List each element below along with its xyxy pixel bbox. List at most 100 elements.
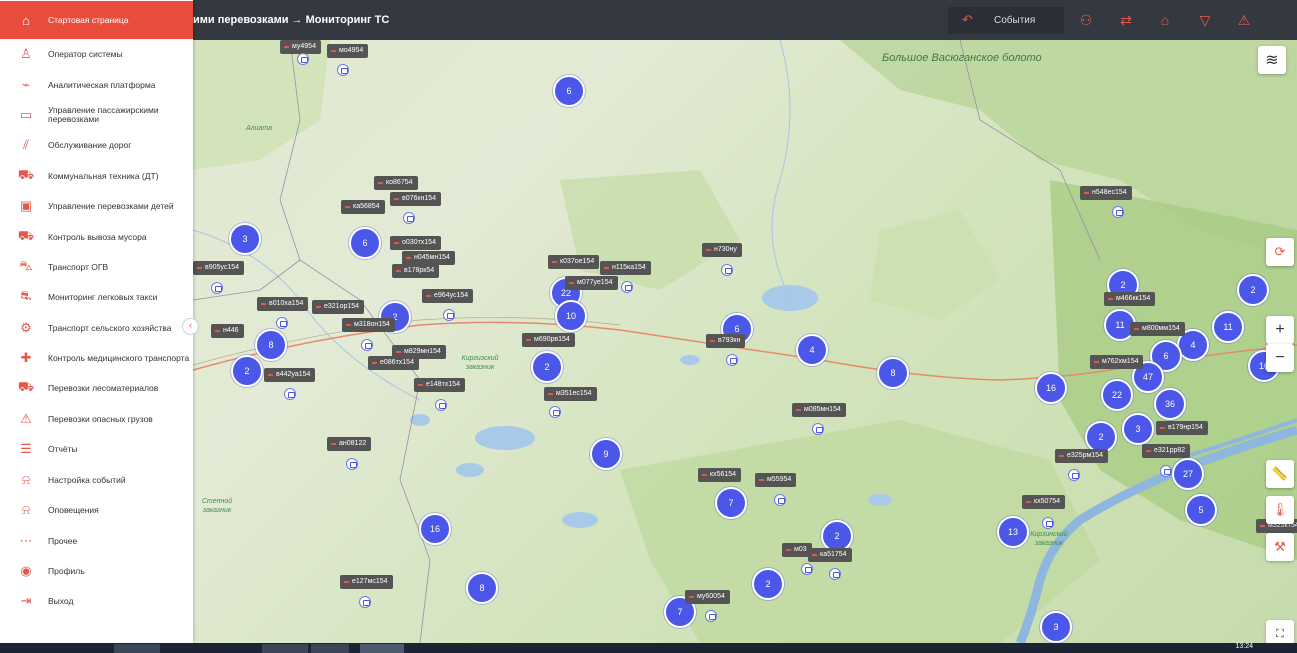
- sidebar-item-municipal-vehicles[interactable]: ⛟ Коммунальная техника (ДТ): [0, 161, 193, 191]
- vehicle-label[interactable]: н045мн154: [402, 251, 455, 265]
- map-cluster[interactable]: 16: [1035, 372, 1067, 404]
- map-cluster[interactable]: 6: [349, 227, 381, 259]
- people-icon[interactable]: ⚇: [1077, 11, 1095, 29]
- bus-marker-icon[interactable]: [403, 212, 415, 224]
- bus-marker-icon[interactable]: [359, 596, 371, 608]
- bus-marker-icon[interactable]: [721, 264, 733, 276]
- map-cluster[interactable]: 6: [553, 75, 585, 107]
- sidebar-item-dangerous-goods[interactable]: ⚠ Перевозки опасных грузов: [0, 404, 193, 434]
- sidebar-item-notifications[interactable]: ⍾ Оповещения: [0, 495, 193, 525]
- taskbar-button[interactable]: [311, 644, 349, 653]
- sidebar-item-government-transport[interactable]: ⛍ Транспорт ОГВ: [0, 252, 193, 282]
- vehicle-label[interactable]: ка56854: [341, 200, 385, 214]
- taskbar-button[interactable]: [262, 644, 308, 653]
- sidebar-item-exit[interactable]: ⇥ Выход: [0, 586, 193, 616]
- vehicle-label[interactable]: мо4954: [327, 44, 369, 58]
- map-cluster[interactable]: 8: [255, 329, 287, 361]
- sidebar-item-road-maintenance[interactable]: ⫽ Обслуживание дорог: [0, 130, 193, 160]
- map-cluster[interactable]: 11: [1212, 311, 1244, 343]
- bus-marker-icon[interactable]: [211, 282, 223, 294]
- bus-marker-icon[interactable]: [1068, 469, 1080, 481]
- warning-icon[interactable]: ⚠: [1235, 11, 1253, 29]
- route-icon[interactable]: ⟳: [1266, 238, 1294, 266]
- map-cluster[interactable]: 2: [231, 355, 263, 387]
- map-cluster[interactable]: 13: [997, 516, 1029, 548]
- map-cluster[interactable]: 2: [752, 568, 784, 600]
- vehicle-label[interactable]: к037ое154: [548, 255, 600, 269]
- vehicle-label[interactable]: м466кк154: [1104, 292, 1156, 306]
- vehicle-label[interactable]: м077уе154: [565, 276, 618, 290]
- bus-marker-icon[interactable]: [621, 281, 633, 293]
- vehicle-label[interactable]: в793кн: [706, 334, 746, 348]
- sidebar-item-agriculture[interactable]: ⚙ Транспорт сельского хозяйства: [0, 313, 193, 343]
- sidebar-item-garbage-collection[interactable]: ⛟ Контроль вывоза мусора: [0, 222, 193, 252]
- vehicle-label[interactable]: е325рм154: [1055, 449, 1108, 463]
- sidebar-collapse-button[interactable]: ‹: [182, 318, 199, 335]
- sidebar-item-other[interactable]: ⋯ Прочее: [0, 526, 193, 556]
- sidebar-item-timber[interactable]: ⛟ Перевозки лесоматериалов: [0, 373, 193, 403]
- zoom-in-icon[interactable]: +: [1266, 316, 1294, 344]
- vehicle-label[interactable]: в010ха154: [257, 297, 309, 311]
- bus-marker-icon[interactable]: [346, 458, 358, 470]
- sidebar-item-analytics[interactable]: ⌁ Аналитическая платформа: [0, 70, 193, 100]
- vehicle-label[interactable]: е127мс154: [340, 575, 393, 589]
- bus-marker-icon[interactable]: [801, 563, 813, 575]
- map-cluster[interactable]: 10: [555, 300, 587, 332]
- vehicle-label[interactable]: в905ус154: [193, 261, 244, 275]
- map-cluster[interactable]: 8: [877, 357, 909, 389]
- vehicle-label[interactable]: м800мм154: [1130, 322, 1185, 336]
- bus-marker-icon[interactable]: [1160, 465, 1172, 477]
- bus-marker-icon[interactable]: [549, 406, 561, 418]
- bus-marker-icon[interactable]: [443, 309, 455, 321]
- vehicle-label[interactable]: м690рв154: [522, 333, 575, 347]
- vehicle-label[interactable]: о030тх154: [390, 236, 441, 250]
- vehicle-label[interactable]: м762хм154: [1090, 355, 1144, 369]
- sidebar-item-event-settings[interactable]: ⍾ Настройка событий: [0, 465, 193, 495]
- bus-marker-icon[interactable]: [361, 339, 373, 351]
- map-cluster[interactable]: 2: [1237, 274, 1269, 306]
- vehicle-label[interactable]: м085мн154: [792, 403, 846, 417]
- map-cluster[interactable]: 3: [1122, 413, 1154, 445]
- map-cluster[interactable]: 22: [1101, 379, 1133, 411]
- filter-icon[interactable]: ▽: [1196, 11, 1214, 29]
- bus-marker-icon[interactable]: [284, 388, 296, 400]
- vehicle-label[interactable]: е321ор154: [312, 300, 365, 314]
- zoom-out-icon[interactable]: −: [1266, 344, 1294, 372]
- vehicle-label[interactable]: м318он154: [342, 318, 395, 332]
- vehicle-label[interactable]: в178рк54: [392, 264, 440, 278]
- bus-marker-icon[interactable]: [1112, 206, 1124, 218]
- vehicle-label[interactable]: е148тх154: [414, 378, 465, 392]
- map-cluster[interactable]: 8: [466, 572, 498, 604]
- sidebar-item-operator[interactable]: ♙ Оператор системы: [0, 39, 193, 69]
- sidebar-item-taxi[interactable]: ⛐ Мониторинг легковых такси: [0, 282, 193, 312]
- routes-icon[interactable]: ⇄: [1117, 11, 1135, 29]
- vehicle-label[interactable]: в442уа154: [264, 368, 316, 382]
- bus-marker-icon[interactable]: [337, 64, 349, 76]
- thermometer-icon[interactable]: 🌡: [1266, 496, 1294, 524]
- vehicle-label[interactable]: н446: [211, 324, 244, 338]
- events-button[interactable]: ↶ События: [948, 7, 1064, 34]
- map-cluster[interactable]: 27: [1172, 458, 1204, 490]
- vehicle-label[interactable]: в076кн154: [390, 192, 442, 206]
- vehicle-label[interactable]: му4954: [280, 40, 321, 54]
- vehicle-label[interactable]: му60054: [685, 590, 730, 604]
- bus-marker-icon[interactable]: [297, 53, 309, 65]
- vehicle-label[interactable]: ан08122: [327, 437, 372, 451]
- depot-icon[interactable]: ⌂: [1156, 11, 1174, 29]
- sidebar-item-profile[interactable]: ◉ Профиль: [0, 556, 193, 586]
- taskbar-button[interactable]: [360, 644, 404, 653]
- map-cluster[interactable]: 36: [1154, 388, 1186, 420]
- vehicle-label[interactable]: м351ес154: [544, 387, 597, 401]
- map-cluster[interactable]: 2: [531, 351, 563, 383]
- fullscreen-icon[interactable]: ⛶: [1266, 620, 1294, 643]
- vehicle-label[interactable]: н730ну: [702, 243, 742, 257]
- bus-marker-icon[interactable]: [276, 317, 288, 329]
- bus-marker-icon[interactable]: [726, 354, 738, 366]
- vehicle-label[interactable]: н115ка154: [600, 261, 651, 275]
- vehicle-label[interactable]: е086тх154: [368, 356, 419, 370]
- vehicle-label[interactable]: м55954: [755, 473, 797, 487]
- map-cluster[interactable]: 4: [796, 334, 828, 366]
- bus-marker-icon[interactable]: [1042, 517, 1054, 529]
- vehicle-label[interactable]: е964ус154: [422, 289, 474, 303]
- bus-marker-icon[interactable]: [435, 399, 447, 411]
